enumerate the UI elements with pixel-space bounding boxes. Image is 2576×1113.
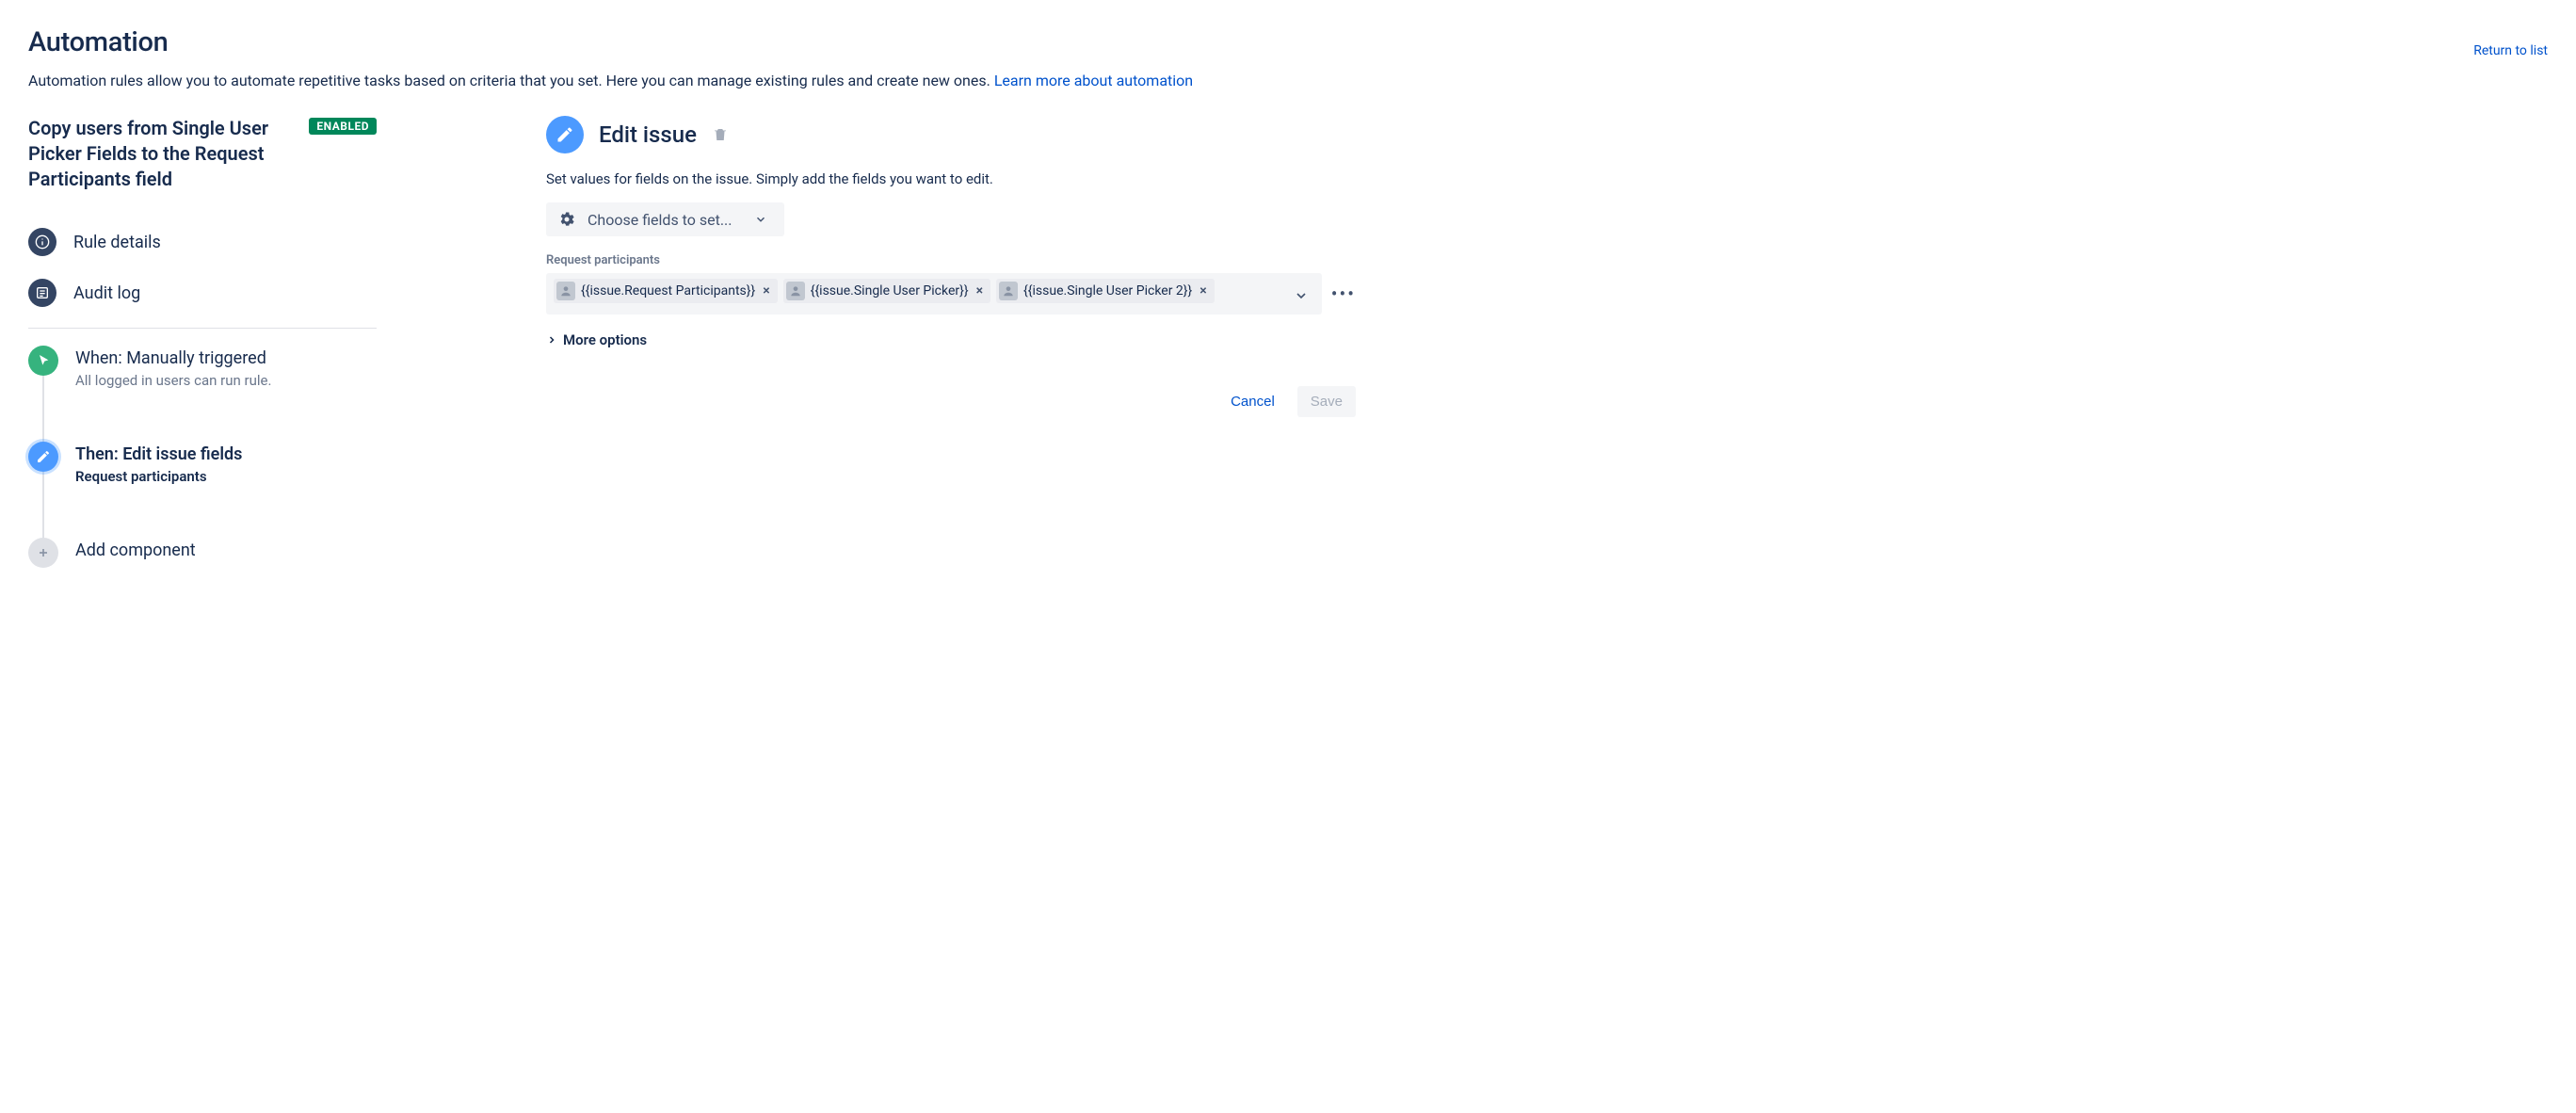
participant-chip: {{issue.Request Participants}} × <box>554 279 778 303</box>
panel-description: Set values for fields on the issue. Simp… <box>546 170 1356 187</box>
remove-chip-icon[interactable]: × <box>1198 283 1208 298</box>
more-options-label: More options <box>563 331 647 348</box>
flow-step-title: Then: Edit issue fields <box>75 444 377 464</box>
flow-step-trigger[interactable]: When: Manually triggered All logged in u… <box>28 346 377 442</box>
avatar-icon <box>999 282 1018 300</box>
trash-icon[interactable] <box>712 126 729 143</box>
flow-step-add-component[interactable]: Add component <box>28 538 377 568</box>
sidebar-item-label: Audit log <box>73 283 140 303</box>
sidebar-item-label: Rule details <box>73 233 161 252</box>
participant-chip: {{issue.Single User Picker 2}} × <box>996 279 1215 303</box>
pencil-icon <box>28 442 58 472</box>
list-icon <box>28 279 56 307</box>
page-title: Automation <box>28 26 169 58</box>
chip-label: {{issue.Request Participants}} <box>581 283 755 298</box>
chevron-down-icon <box>754 213 767 226</box>
save-button: Save <box>1297 386 1356 417</box>
flow-step-subtitle: All logged in users can run rule. <box>75 372 377 389</box>
field-label-request-participants: Request participants <box>546 253 1356 267</box>
chip-label: {{issue.Single User Picker}} <box>811 283 969 298</box>
flow-connector <box>42 376 44 444</box>
page-description-text: Automation rules allow you to automate r… <box>28 72 994 89</box>
divider <box>28 328 377 329</box>
page-description: Automation rules allow you to automate r… <box>28 72 2548 89</box>
plus-icon <box>28 538 58 568</box>
remove-chip-icon[interactable]: × <box>761 283 771 298</box>
flow-step-subtitle: Request participants <box>75 468 377 485</box>
info-icon <box>28 228 56 256</box>
learn-more-link[interactable]: Learn more about automation <box>994 72 1193 89</box>
choose-fields-label: Choose fields to set... <box>588 211 732 229</box>
sidebar-item-audit-log[interactable]: Audit log <box>28 267 377 318</box>
sidebar-item-rule-details[interactable]: Rule details <box>28 217 377 267</box>
more-options-toggle[interactable]: More options <box>546 331 1356 348</box>
chevron-down-icon[interactable] <box>1294 288 1309 303</box>
rule-name: Copy users from Single User Picker Field… <box>28 116 298 192</box>
choose-fields-button[interactable]: Choose fields to set... <box>546 202 784 236</box>
flow-connector <box>42 472 44 540</box>
status-badge: ENABLED <box>309 118 377 135</box>
pencil-icon <box>546 116 584 153</box>
gear-icon <box>557 210 576 229</box>
participant-chip: {{issue.Single User Picker}} × <box>783 279 990 303</box>
remove-chip-icon[interactable]: × <box>974 283 985 298</box>
avatar-icon <box>786 282 805 300</box>
cursor-icon <box>28 346 58 376</box>
return-to-list-link[interactable]: Return to list <box>2473 43 2548 58</box>
flow-step-title: Add component <box>75 540 377 560</box>
request-participants-field[interactable]: {{issue.Request Participants}}×{{issue.S… <box>546 273 1322 315</box>
cancel-button[interactable]: Cancel <box>1217 386 1288 417</box>
panel-title: Edit issue <box>599 121 697 148</box>
avatar-icon <box>556 282 575 300</box>
chip-label: {{issue.Single User Picker 2}} <box>1023 283 1192 298</box>
flow-step-action[interactable]: Then: Edit issue fields Request particip… <box>28 442 377 538</box>
chevron-right-icon <box>546 334 557 346</box>
flow-step-title: When: Manually triggered <box>75 348 377 368</box>
more-actions-icon[interactable]: ••• <box>1331 289 1356 298</box>
